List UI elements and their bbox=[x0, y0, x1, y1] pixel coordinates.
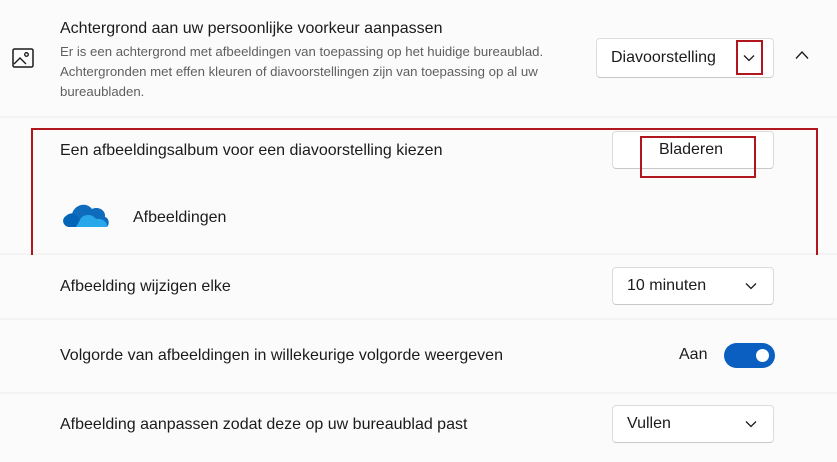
picture-icon bbox=[12, 48, 34, 68]
fit-label: Afbeelding aanpassen zodat deze op uw bu… bbox=[60, 416, 468, 433]
interval-select[interactable]: 10 minuten bbox=[612, 267, 774, 305]
shuffle-toggle[interactable] bbox=[724, 343, 775, 368]
background-type-value: Diavoorstelling bbox=[611, 49, 716, 66]
shuffle-label: Volgorde van afbeeldingen in willekeurig… bbox=[60, 347, 503, 364]
fit-select[interactable]: Vullen bbox=[612, 405, 774, 443]
dropdown-highlight-box bbox=[736, 40, 763, 75]
toggle-knob bbox=[756, 349, 769, 362]
chevron-down-icon bbox=[745, 283, 757, 290]
shuffle-state-label: Aan bbox=[679, 346, 708, 363]
chevron-up-icon[interactable] bbox=[795, 50, 809, 60]
background-setting-card: Achtergrond aan uw persoonlijke voorkeur… bbox=[0, 0, 837, 116]
album-highlight-box bbox=[31, 128, 818, 258]
interval-label: Afbeelding wijzigen elke bbox=[60, 278, 231, 295]
fit-value: Vullen bbox=[627, 415, 671, 432]
interval-value: 10 minuten bbox=[627, 277, 707, 294]
chevron-down-icon bbox=[745, 421, 757, 428]
background-title: Achtergrond aan uw persoonlijke voorkeur… bbox=[60, 20, 443, 37]
background-description: Er is een achtergrond met afbeeldingen v… bbox=[60, 44, 544, 99]
